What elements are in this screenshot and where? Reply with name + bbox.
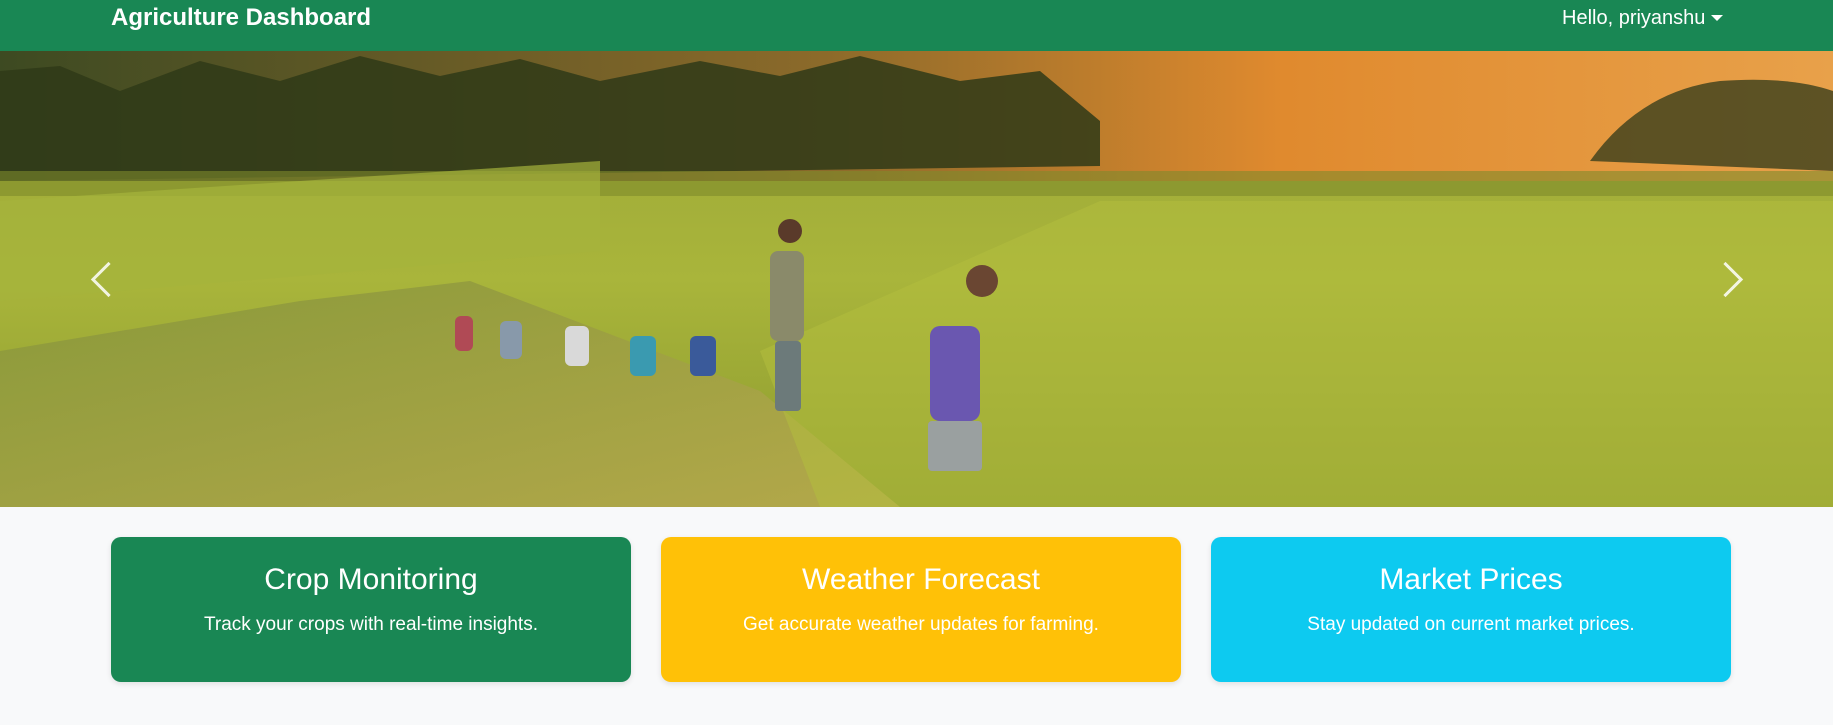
top-navbar: Agriculture Dashboard Hello, priyanshu (0, 0, 1833, 51)
user-dropdown-toggle[interactable]: Hello, priyanshu (1562, 6, 1724, 30)
card-title: Crop Monitoring (264, 563, 478, 596)
card-text: Stay updated on current market prices. (1307, 614, 1635, 635)
weather-forecast-card[interactable]: Weather Forecast Get accurate weather up… (661, 537, 1181, 682)
carousel-prev-button[interactable] (0, 51, 210, 507)
card-title: Market Prices (1379, 563, 1563, 596)
user-greeting: Hello, priyanshu (1562, 7, 1706, 29)
crop-monitoring-card[interactable]: Crop Monitoring Track your crops with re… (111, 537, 631, 682)
card-title: Weather Forecast (802, 563, 1040, 596)
navbar-brand[interactable]: Agriculture Dashboard (111, 4, 371, 32)
chevron-left-icon (90, 261, 126, 297)
card-text: Track your crops with real-time insights… (203, 614, 538, 635)
market-prices-card[interactable]: Market Prices Stay updated on current ma… (1211, 537, 1731, 682)
hero-carousel (0, 51, 1833, 507)
carousel-next-button[interactable] (1623, 51, 1833, 507)
rice-field-photo (0, 51, 1833, 507)
card-text: Get accurate weather updates for farming… (743, 614, 1099, 635)
caret-down-icon (1711, 15, 1724, 21)
chevron-right-icon (1707, 261, 1743, 297)
